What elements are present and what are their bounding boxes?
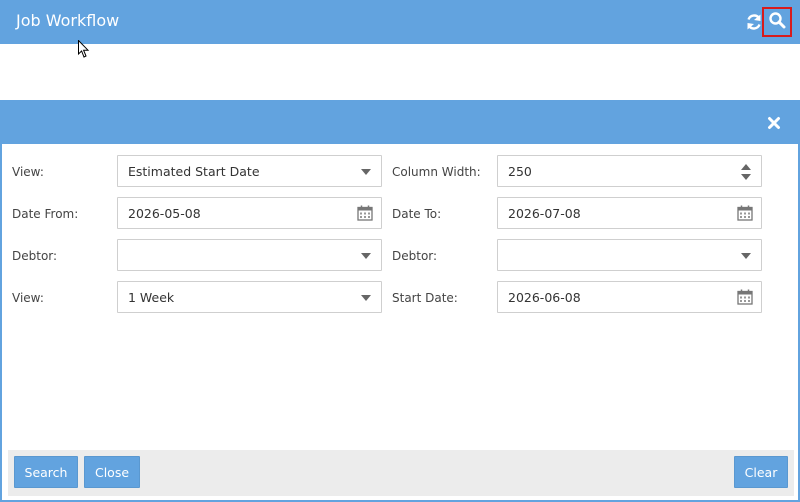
search-dialog: View: Estimated Start Date Column Width:… xyxy=(0,100,800,502)
start-date-label: Start Date: xyxy=(392,291,458,305)
date-to-input[interactable]: 2026-07-08 xyxy=(497,197,762,229)
start-date-value: 2026-06-08 xyxy=(508,290,581,305)
refresh-icon[interactable] xyxy=(745,12,763,32)
view-select-2-value: 1 Week xyxy=(128,290,175,305)
view-label: View: xyxy=(12,165,44,179)
mouse-cursor-icon xyxy=(78,39,90,58)
dialog-footer: Search Close Clear xyxy=(8,450,794,496)
chevron-down-icon xyxy=(361,295,371,301)
debtor-label-2: Debtor: xyxy=(392,249,438,263)
view-label-2: View: xyxy=(12,291,44,305)
chevron-down-icon xyxy=(741,253,751,259)
calendar-icon[interactable] xyxy=(737,289,753,305)
date-to-label: Date To: xyxy=(392,207,442,221)
column-width-value: 250 xyxy=(508,164,532,179)
view-select-2[interactable]: 1 Week xyxy=(117,281,382,313)
calendar-icon[interactable] xyxy=(737,205,753,221)
start-date-input[interactable]: 2026-06-08 xyxy=(497,281,762,313)
close-button[interactable]: Close xyxy=(84,456,140,488)
spinner-arrows-icon[interactable] xyxy=(741,162,751,182)
view-select[interactable]: Estimated Start Date xyxy=(117,155,382,187)
date-from-value: 2026-05-08 xyxy=(128,206,201,221)
search-submit-button[interactable]: Search xyxy=(14,456,78,488)
page-title: Job Workflow xyxy=(16,11,120,30)
column-width-label: Column Width: xyxy=(392,165,481,179)
search-icon xyxy=(768,11,786,33)
column-width-input[interactable]: 250 xyxy=(497,155,762,187)
debtor-select[interactable] xyxy=(117,239,382,271)
chevron-down-icon xyxy=(361,253,371,259)
search-button[interactable] xyxy=(762,7,792,37)
debtor-select-2[interactable] xyxy=(497,239,762,271)
debtor-label: Debtor: xyxy=(12,249,58,263)
chevron-down-icon xyxy=(361,169,371,175)
close-icon[interactable] xyxy=(767,116,781,130)
date-from-label: Date From: xyxy=(12,207,79,221)
calendar-icon[interactable] xyxy=(357,205,373,221)
clear-button[interactable]: Clear xyxy=(734,456,788,488)
date-to-value: 2026-07-08 xyxy=(508,206,581,221)
view-select-value: Estimated Start Date xyxy=(128,164,260,179)
dialog-header xyxy=(2,102,798,144)
app-header: Job Workflow xyxy=(0,0,800,44)
date-from-input[interactable]: 2026-05-08 xyxy=(117,197,382,229)
